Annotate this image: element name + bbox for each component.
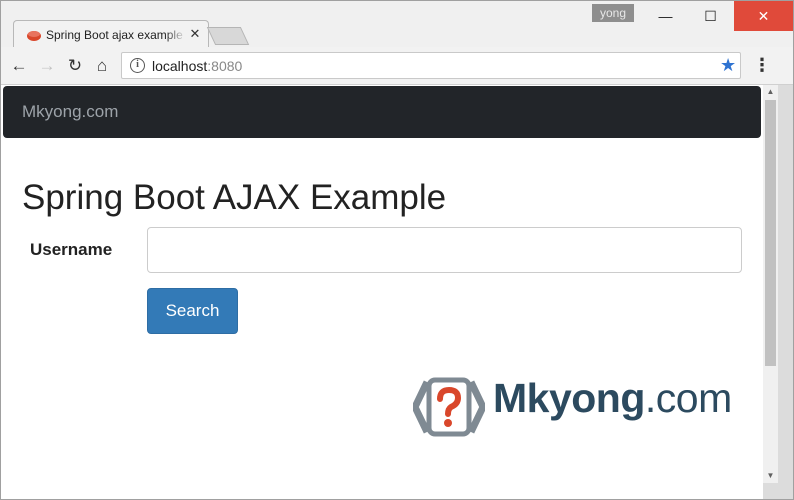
title-bar: Spring Boot ajax example ✕ yong — ☐ ✕	[1, 1, 793, 48]
url-text[interactable]: localhost:8080	[152, 58, 242, 74]
url-host: localhost	[152, 58, 208, 74]
browser-window: Spring Boot ajax example ✕ yong — ☐ ✕ ← …	[0, 0, 794, 500]
scroll-down-arrow-icon[interactable]: ▼	[763, 469, 778, 483]
back-arrow-icon[interactable]: ←	[9, 56, 29, 76]
vertical-scrollbar[interactable]: ▲ ▼	[763, 85, 778, 483]
logo-mark-icon	[413, 377, 485, 437]
minimize-button[interactable]: —	[643, 1, 688, 31]
home-icon[interactable]: ⌂	[92, 56, 112, 76]
scroll-thumb[interactable]	[765, 100, 776, 366]
logo-name: Mkyong	[493, 375, 645, 421]
profile-badge[interactable]: yong	[592, 4, 634, 22]
search-button[interactable]: Search	[147, 288, 238, 334]
username-input[interactable]	[147, 227, 742, 273]
new-tab-button[interactable]	[206, 27, 250, 45]
username-label: Username	[30, 240, 113, 259]
page-title: Spring Boot AJAX Example	[22, 178, 447, 217]
bookmark-star-icon[interactable]: ★	[720, 55, 736, 76]
reload-icon[interactable]: ↻	[65, 56, 85, 76]
tab-active[interactable]: Spring Boot ajax example ✕	[13, 20, 209, 48]
tab-title: Spring Boot ajax example	[46, 28, 183, 42]
close-window-button[interactable]: ✕	[734, 1, 793, 31]
mkyong-logo: Mkyong.com	[413, 374, 743, 440]
spring-favicon-icon	[27, 31, 41, 41]
browser-toolbar: ← → ↻ ⌂ i localhost:8080 ★ ⋮	[1, 47, 793, 85]
page-viewport: Mkyong.com Spring Boot AJAX Example User…	[1, 85, 763, 499]
logo-wordmark: Mkyong.com	[493, 375, 732, 422]
url-port: :8080	[207, 58, 243, 74]
maximize-button[interactable]: ☐	[688, 1, 733, 31]
tab-close-icon[interactable]: ✕	[188, 25, 202, 43]
browser-menu-icon[interactable]: ⋮	[753, 56, 771, 76]
site-info-icon[interactable]: i	[130, 58, 145, 73]
scroll-up-arrow-icon[interactable]: ▲	[763, 85, 778, 99]
forward-arrow-icon[interactable]: →	[37, 56, 57, 76]
navbar-brand[interactable]: Mkyong.com	[22, 102, 118, 122]
logo-suffix: .com	[644, 375, 732, 421]
site-navbar: Mkyong.com	[3, 86, 761, 138]
address-bar[interactable]: i localhost:8080 ★	[121, 52, 741, 79]
